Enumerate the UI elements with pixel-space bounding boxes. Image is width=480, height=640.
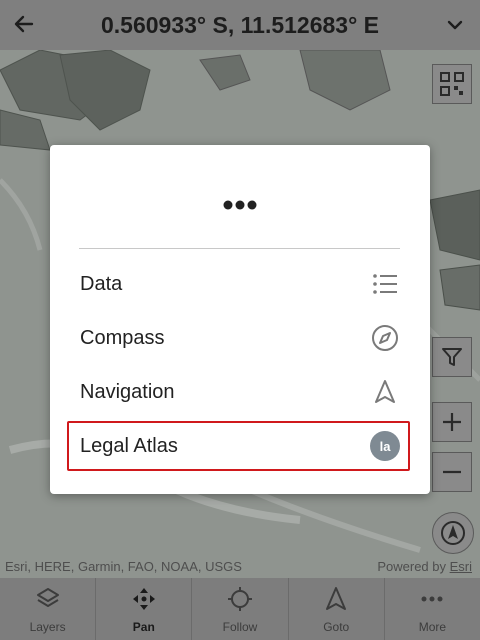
locate-button[interactable]	[432, 512, 474, 554]
nav-more[interactable]: More	[385, 578, 480, 640]
legal-atlas-logo-text: la	[380, 439, 392, 454]
nav-more-label: More	[418, 620, 447, 634]
more-horizontal-icon	[50, 185, 430, 225]
app-root: 0.560933° S, 11.512683° E Esri, HERE, Ga…	[0, 0, 480, 640]
layers-icon	[35, 586, 61, 612]
filter-icon	[442, 348, 462, 366]
navigation-arrow-icon	[370, 377, 400, 407]
menu-item-legal-atlas-label: Legal Atlas	[80, 435, 178, 457]
menu-divider	[79, 248, 400, 249]
menu-item-navigation-label: Navigation	[80, 381, 175, 403]
zoom-in-button[interactable]	[432, 402, 472, 442]
compass-icon	[370, 323, 400, 353]
list-icon	[370, 269, 400, 299]
menu-item-data[interactable]: Data	[67, 259, 410, 309]
locate-icon	[441, 521, 465, 545]
nav-layers[interactable]: Layers	[0, 578, 97, 640]
nav-goto[interactable]: Goto	[289, 578, 385, 640]
collapse-button[interactable]	[440, 10, 470, 40]
qr-scan-button[interactable]	[432, 64, 472, 104]
menu-item-data-label: Data	[80, 273, 123, 295]
nav-pan[interactable]: Pan	[96, 578, 193, 640]
filter-button[interactable]	[432, 337, 472, 377]
more-menu-dialog: Data Compass Navigation Legal Atlas la	[50, 145, 430, 494]
menu-item-compass-label: Compass	[80, 327, 165, 349]
nav-follow[interactable]: Follow	[192, 578, 289, 640]
bottom-navigation: Layers Pan Follow Goto More	[0, 578, 480, 640]
zoom-out-button[interactable]	[432, 452, 472, 492]
top-bar: 0.560933° S, 11.512683° E	[0, 0, 480, 50]
zoom-out-icon	[443, 470, 461, 474]
legal-atlas-logo-icon: la	[370, 431, 400, 461]
back-button[interactable]	[8, 8, 40, 40]
zoom-in-icon	[443, 413, 461, 431]
more-horizontal-icon	[419, 586, 445, 612]
crosshair-icon	[227, 586, 253, 612]
nav-layers-label: Layers	[29, 620, 66, 634]
powered-by-prefix: Powered by	[377, 559, 450, 574]
powered-by: Powered by Esri	[377, 559, 472, 574]
nav-goto-label: Goto	[323, 620, 350, 634]
nav-pan-label: Pan	[132, 620, 155, 634]
page-title: 0.560933° S, 11.512683° E	[100, 12, 380, 38]
menu-item-legal-atlas[interactable]: Legal Atlas la	[67, 421, 410, 471]
menu-item-compass[interactable]: Compass	[67, 313, 410, 363]
chevron-down-icon	[447, 20, 463, 30]
navigation-arrow-icon	[324, 586, 348, 612]
esri-link[interactable]: Esri	[450, 559, 472, 574]
menu-item-navigation[interactable]: Navigation	[67, 367, 410, 417]
qr-scan-icon	[440, 72, 464, 96]
pan-icon	[131, 586, 157, 612]
map-attribution: Esri, HERE, Garmin, FAO, NOAA, USGS	[5, 559, 242, 574]
nav-follow-label: Follow	[222, 620, 258, 634]
arrow-left-icon	[14, 15, 34, 33]
